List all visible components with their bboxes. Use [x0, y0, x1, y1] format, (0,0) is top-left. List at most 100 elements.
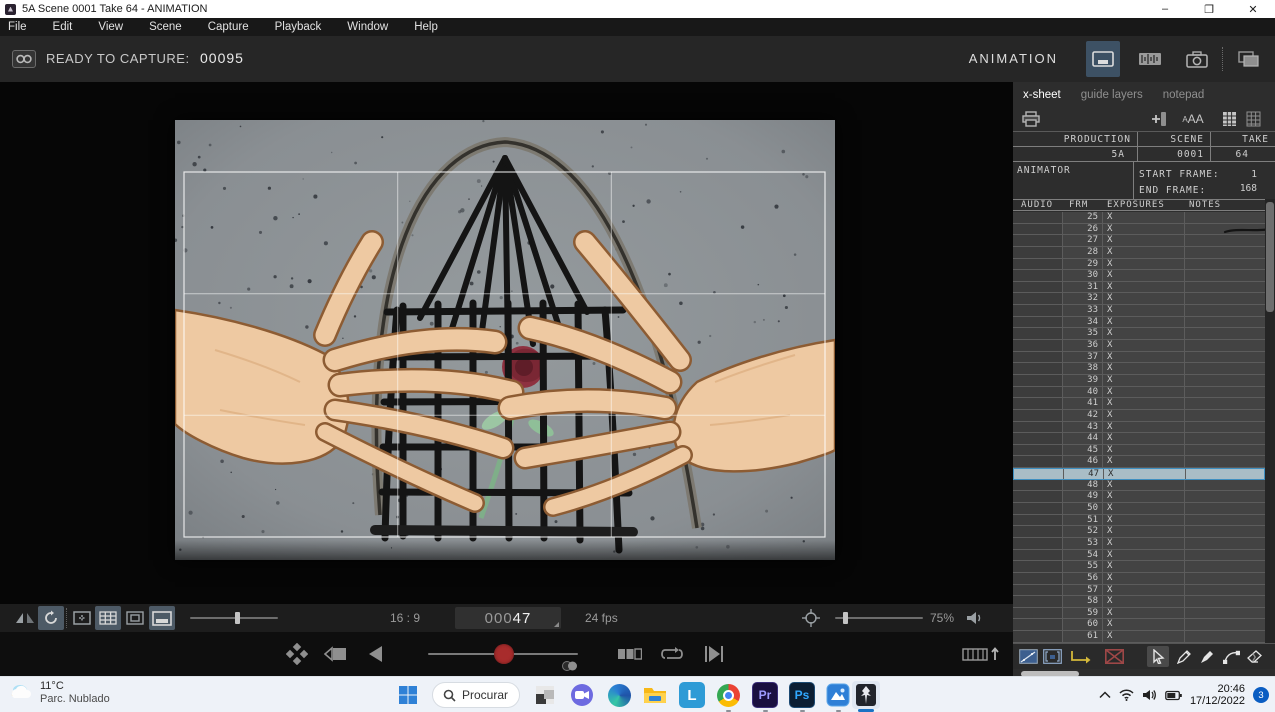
animation-view-icon[interactable] — [1086, 41, 1120, 77]
photos-icon[interactable] — [824, 681, 852, 709]
speaker-icon[interactable] — [1142, 689, 1157, 701]
cursor-icon[interactable] — [1147, 646, 1169, 667]
font-size-icon[interactable]: AAA — [1181, 108, 1205, 130]
xsheet-row-55[interactable]: 55X — [1013, 561, 1265, 573]
xsheet-row-56[interactable]: 56X — [1013, 573, 1265, 585]
xsheet-row-29[interactable]: 29X — [1013, 259, 1265, 271]
edge-icon[interactable] — [605, 681, 633, 709]
photoshop-icon[interactable]: Ps — [788, 681, 816, 709]
menu-capture[interactable]: Capture — [195, 18, 262, 36]
xsheet-row-61[interactable]: 61X — [1013, 631, 1265, 643]
xsheet-row-33[interactable]: 33X — [1013, 305, 1265, 317]
export-filmstrip-icon[interactable] — [960, 640, 1004, 668]
grid-overlay-icon[interactable] — [95, 606, 121, 630]
tab-notepad[interactable]: notepad — [1153, 86, 1215, 106]
pencil-icon[interactable] — [1173, 646, 1195, 667]
restore-button[interactable]: ❐ — [1187, 0, 1231, 18]
close-button[interactable]: ✕ — [1231, 0, 1275, 18]
opacity-slider[interactable] — [190, 617, 278, 619]
search-input[interactable]: Procurar — [432, 682, 520, 708]
windows-start-icon[interactable] — [394, 681, 422, 709]
xsheet-row-44[interactable]: 44X — [1013, 433, 1265, 445]
chevron-up-icon[interactable] — [1099, 691, 1111, 699]
large-frame-icon[interactable] — [149, 606, 175, 630]
xsheet-row-58[interactable]: 58X — [1013, 596, 1265, 608]
xsheet-row-28[interactable]: 28X — [1013, 247, 1265, 259]
menu-file[interactable]: File — [0, 18, 40, 36]
xsheet-row-43[interactable]: 43X — [1013, 422, 1265, 434]
mask-icon[interactable] — [69, 606, 95, 630]
xsheet-row-54[interactable]: 54X — [1013, 550, 1265, 562]
xsheet-row-26[interactable]: 26X — [1013, 224, 1265, 236]
chrome-icon[interactable] — [714, 681, 742, 709]
animator-label[interactable]: ANIMATOR — [1017, 165, 1071, 176]
audio-waveform-icon[interactable] — [1133, 41, 1167, 77]
xsheet-row-25[interactable]: 25X — [1013, 212, 1265, 224]
l-app-icon[interactable]: L — [678, 681, 706, 709]
add-column-icon[interactable] — [1145, 108, 1169, 130]
chat-icon[interactable] — [568, 681, 596, 709]
battery-icon[interactable] — [1165, 690, 1182, 701]
volume-slider[interactable] — [835, 617, 923, 619]
xsheet-row-51[interactable]: 51X — [1013, 515, 1265, 527]
camera-test-icon[interactable] — [1180, 41, 1214, 77]
xsheet-row-48[interactable]: 48X — [1013, 480, 1265, 492]
delete-x-icon[interactable] — [1103, 646, 1125, 667]
opacity-slider-thumb[interactable] — [235, 612, 240, 624]
xsheet-row-34[interactable]: 34X — [1013, 317, 1265, 329]
xsheet-row-38[interactable]: 38X — [1013, 363, 1265, 375]
step-forward-icon[interactable] — [700, 640, 728, 668]
xsheet-row-27[interactable]: 27X — [1013, 235, 1265, 247]
file-explorer-icon[interactable] — [641, 681, 669, 709]
menu-edit[interactable]: Edit — [40, 18, 86, 36]
xsheet-row-31[interactable]: 31X — [1013, 282, 1265, 294]
xsheet-row-53[interactable]: 53X — [1013, 538, 1265, 550]
production-value[interactable]: 5A — [1013, 147, 1137, 162]
volume-slider-thumb[interactable] — [843, 612, 848, 624]
minimize-button[interactable]: – — [1143, 0, 1187, 18]
tab-xsheet[interactable]: x-sheet — [1013, 86, 1071, 106]
frame-counter[interactable]: 00047 — [455, 607, 561, 629]
loop-capture-icon[interactable] — [12, 50, 36, 68]
xsheet-row-32[interactable]: 32X — [1013, 293, 1265, 305]
dragonframe-icon[interactable] — [852, 681, 880, 709]
step-back-icon[interactable] — [362, 640, 390, 668]
taskbar-weather[interactable]: 11°C Parc. Nublado — [8, 680, 110, 706]
xsheet-row-41[interactable]: 41X — [1013, 398, 1265, 410]
print-icon[interactable] — [1019, 108, 1043, 130]
xsheet-row-40[interactable]: 40X — [1013, 387, 1265, 399]
take-value[interactable]: 64 — [1210, 147, 1275, 162]
xsheet-row-49[interactable]: 49X — [1013, 491, 1265, 503]
menu-help[interactable]: Help — [401, 18, 451, 36]
speaker-icon[interactable] — [962, 606, 988, 630]
capture-diamonds-icon[interactable] — [283, 640, 311, 668]
rotate-view-icon[interactable] — [38, 606, 64, 630]
desktops-icon[interactable] — [531, 681, 559, 709]
end-frame-value[interactable]: 168 — [1240, 183, 1257, 194]
xsheet-row-37[interactable]: 37X — [1013, 352, 1265, 364]
crosshair-icon[interactable] — [798, 606, 824, 630]
stage-icon[interactable] — [1041, 646, 1063, 667]
xsheet-row-30[interactable]: 30X — [1013, 270, 1265, 282]
flip-horizontal-icon[interactable] — [12, 606, 38, 630]
wifi-icon[interactable] — [1119, 689, 1134, 701]
xsheet-row-35[interactable]: 35X — [1013, 328, 1265, 340]
layered-windows-icon[interactable] — [1232, 41, 1266, 77]
menu-playback[interactable]: Playback — [262, 18, 335, 36]
xsheet-row-45[interactable]: 45X — [1013, 445, 1265, 457]
return-arrow-icon[interactable] — [1067, 646, 1097, 667]
xsheet-row-36[interactable]: 36X — [1013, 340, 1265, 352]
loop-icon[interactable] — [658, 640, 686, 668]
menu-window[interactable]: Window — [334, 18, 401, 36]
camera-moves-icon[interactable] — [1017, 646, 1039, 667]
notification-badge[interactable]: 3 — [1253, 687, 1269, 703]
xsheet-row-59[interactable]: 59X — [1013, 608, 1265, 620]
scene-value[interactable]: 0001 — [1137, 147, 1210, 162]
xsheet-row-52[interactable]: 52X — [1013, 526, 1265, 538]
xsheet-row-50[interactable]: 50X — [1013, 503, 1265, 515]
xsheet-row-42[interactable]: 42X — [1013, 410, 1265, 422]
marker-icon[interactable] — [1196, 646, 1218, 667]
small-frame-icon[interactable] — [122, 606, 148, 630]
xsheet-row-60[interactable]: 60X — [1013, 619, 1265, 631]
curve-icon[interactable] — [1220, 646, 1242, 667]
